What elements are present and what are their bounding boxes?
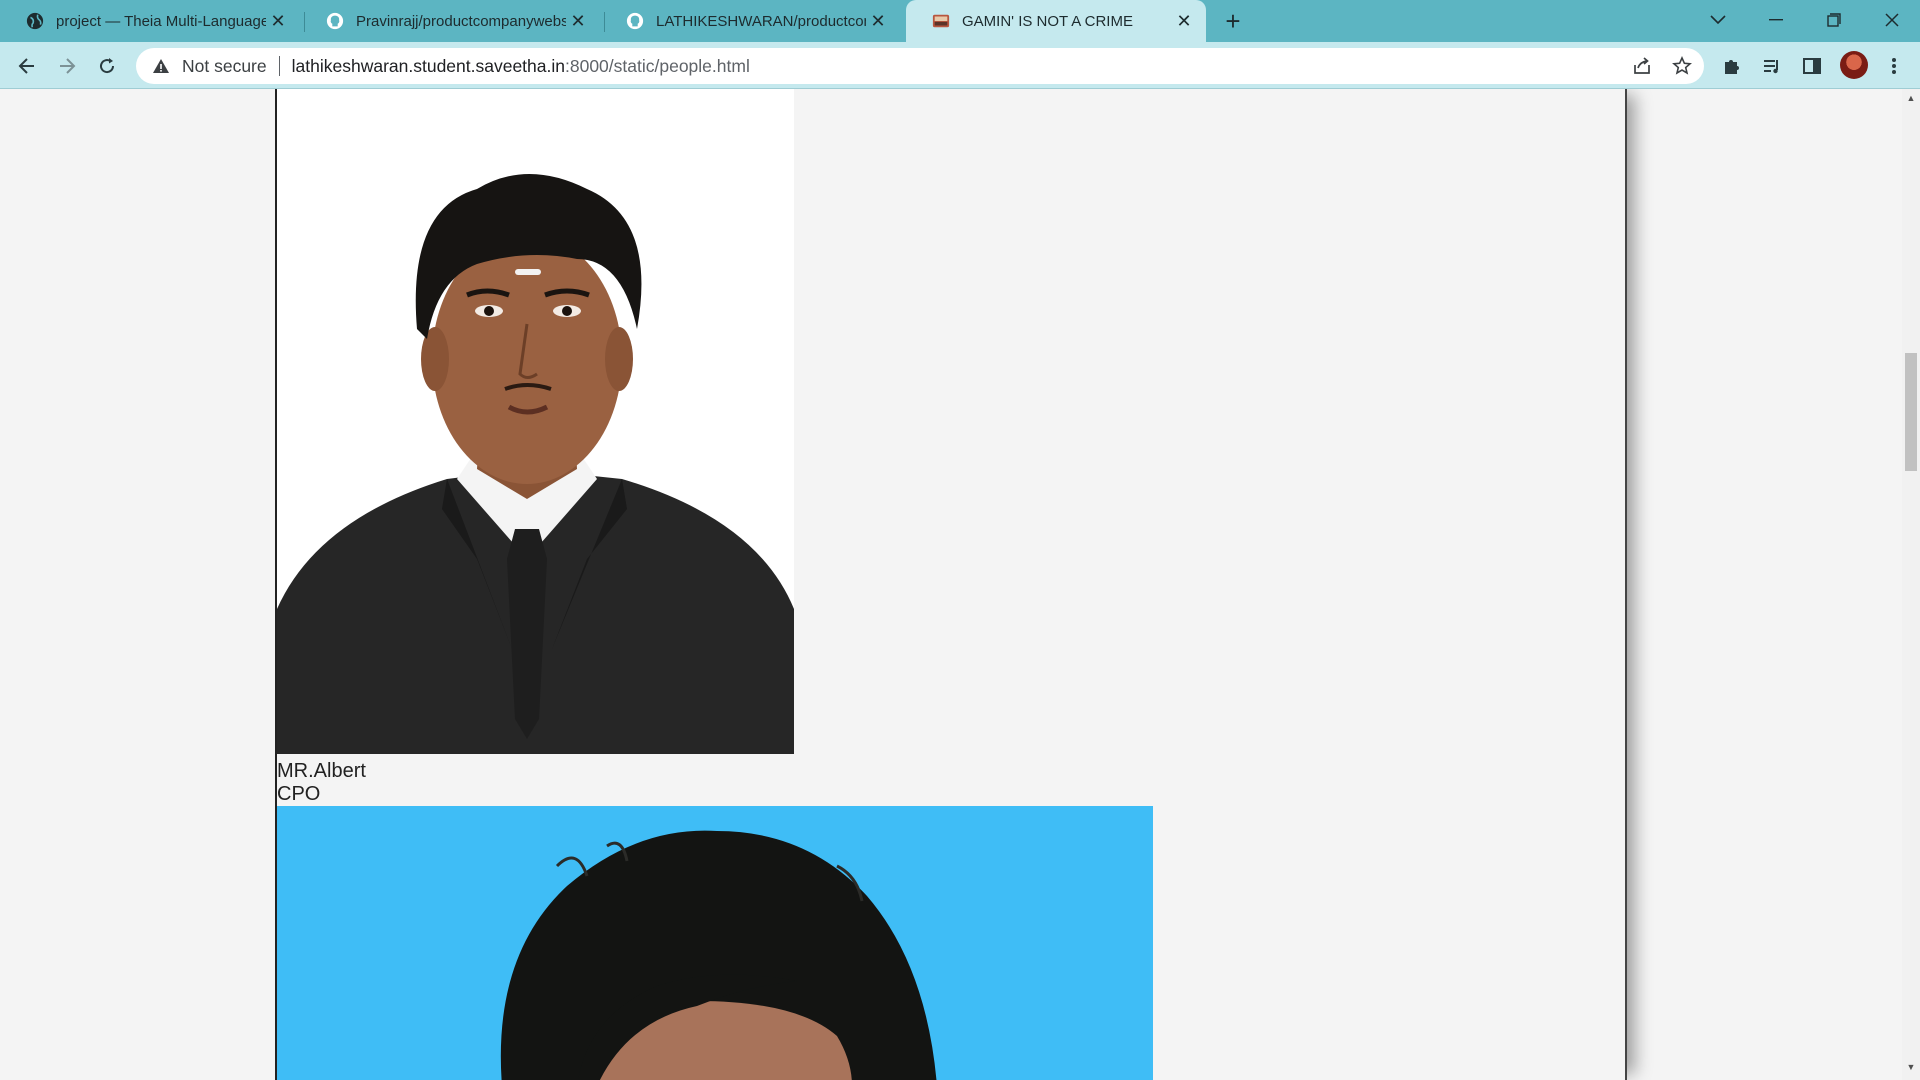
close-icon[interactable]: ✕ — [1172, 11, 1196, 32]
extensions-button[interactable] — [1717, 51, 1747, 81]
profile-avatar[interactable] — [1840, 51, 1868, 79]
puzzle-icon — [1725, 60, 1739, 74]
person-photo-2 — [277, 806, 1153, 1080]
site-favicon-icon — [932, 14, 950, 28]
github-icon — [326, 12, 344, 30]
url-path: :8000/static/people.html — [565, 55, 750, 76]
browser-toolbar: Not secure lathikeshwaran.student.saveet… — [0, 42, 1920, 89]
scroll-up-arrow-icon[interactable]: ▲ — [1902, 93, 1920, 109]
tab-title: project — Theia Multi-Language — [56, 12, 266, 30]
url-host: lathikeshwaran.student.saveetha.in — [291, 55, 565, 76]
scrollbar-thumb[interactable] — [1905, 353, 1917, 471]
close-icon[interactable]: ✕ — [866, 11, 890, 32]
arrow-left-icon — [18, 58, 34, 74]
arrow-right-icon — [60, 58, 76, 74]
restore-icon — [1827, 13, 1841, 27]
share-icon — [1634, 57, 1650, 74]
close-window-button[interactable] — [1864, 0, 1920, 40]
tab-title: Pravinrajj/productcompanywebsi — [356, 12, 566, 30]
tab-title: GAMIN' IS NOT A CRIME — [962, 12, 1133, 30]
tab-search-button[interactable] — [1690, 0, 1746, 40]
address-bar[interactable]: Not secure lathikeshwaran.student.saveet… — [136, 48, 1704, 84]
tab-title: LATHIKESHWARAN/productcomp — [656, 12, 866, 30]
github-icon — [626, 12, 644, 30]
tab-4-active[interactable]: GAMIN' IS NOT A CRIME ✕ — [906, 0, 1206, 42]
person-role: CPO — [277, 783, 321, 805]
page-scrollbar[interactable]: ▲ ▼ — [1902, 89, 1920, 1080]
address-divider — [278, 56, 280, 76]
media-button[interactable] — [1757, 51, 1787, 81]
restore-button[interactable] — [1806, 0, 1862, 40]
warning-icon[interactable] — [152, 57, 170, 75]
reload-button[interactable] — [92, 51, 122, 81]
person-photo-1 — [277, 89, 794, 754]
chevron-down-icon — [1710, 15, 1726, 25]
person-name: MR.Albert — [277, 760, 366, 782]
portrait-image — [277, 89, 794, 754]
minimize-button[interactable] — [1748, 0, 1804, 40]
globe-icon — [26, 12, 44, 30]
minimize-icon — [1769, 19, 1783, 21]
media-queue-icon — [1764, 60, 1778, 74]
forward-button[interactable] — [52, 51, 82, 81]
back-button[interactable] — [12, 51, 42, 81]
side-panel-button[interactable] — [1797, 51, 1827, 81]
tab-2[interactable]: Pravinrajj/productcompanywebsi ✕ — [300, 0, 600, 42]
close-icon[interactable]: ✕ — [266, 11, 290, 32]
close-icon[interactable]: ✕ — [566, 11, 590, 32]
bookmark-button[interactable] — [1667, 51, 1697, 81]
new-tab-button[interactable]: + — [1218, 6, 1248, 36]
page-viewport: MR.Albert CPO — [0, 89, 1902, 1080]
security-label[interactable]: Not secure — [182, 56, 267, 77]
tab-strip: project — Theia Multi-Language ✕ Pravinr… — [0, 0, 1920, 42]
star-icon — [1672, 56, 1692, 75]
tab-1[interactable]: project — Theia Multi-Language ✕ — [0, 0, 300, 42]
content-column: MR.Albert CPO — [275, 89, 1627, 1080]
tab-3[interactable]: LATHIKESHWARAN/productcomp ✕ — [600, 0, 900, 42]
portrait-image — [277, 806, 1153, 1080]
share-button[interactable] — [1627, 51, 1657, 81]
close-icon — [1885, 13, 1899, 27]
side-panel-icon — [1803, 58, 1821, 74]
reload-icon — [100, 58, 115, 74]
scroll-down-arrow-icon[interactable]: ▼ — [1902, 1062, 1920, 1078]
browser-menu-button[interactable] — [1879, 51, 1909, 81]
more-vert-icon — [1892, 58, 1896, 74]
